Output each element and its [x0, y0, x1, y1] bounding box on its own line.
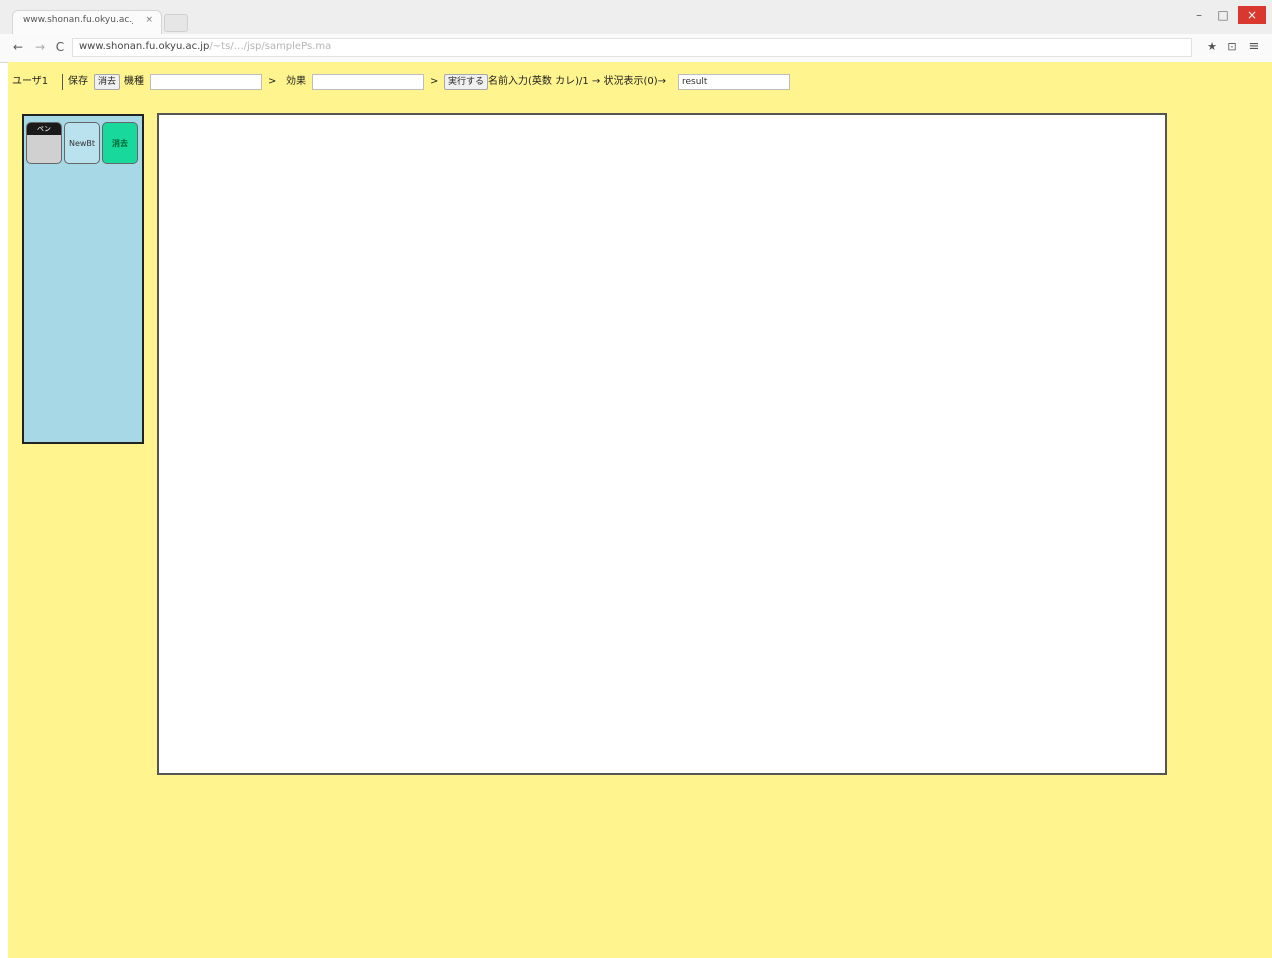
reload-icon[interactable]: C — [52, 39, 68, 55]
bookmark-star-icon[interactable]: ★ — [1204, 39, 1220, 55]
new-tool-button[interactable]: NewBt — [64, 122, 100, 164]
pen-tool-label: ペン — [27, 123, 61, 135]
back-icon[interactable]: ← — [10, 39, 26, 55]
tool-palette: ペン NewBt 消去 — [22, 114, 144, 444]
content-input[interactable] — [150, 74, 262, 90]
content-go-button[interactable]: > — [268, 72, 276, 92]
browser-tab[interactable]: www.shonan.fu.okyu.ac.jp... × — [12, 10, 162, 34]
maximize-icon[interactable]: □ — [1212, 6, 1234, 24]
run-button[interactable]: 実行する — [444, 74, 489, 90]
instruction-text: 名前入力(英数 カレ)/1 → 状況表示(0)→ — [488, 76, 666, 87]
close-icon[interactable]: × — [1238, 6, 1266, 24]
menu-icon[interactable]: ≡ — [1246, 39, 1262, 55]
tab-close-icon[interactable]: × — [145, 15, 153, 25]
minimize-icon[interactable]: – — [1188, 6, 1210, 24]
sound-input[interactable] — [312, 74, 424, 90]
page-body: ユーザ1 保存 消去 機種 > 効果 > 実行する 名前入力(英数 カレ)/1 … — [8, 62, 1272, 958]
toolbar-divider — [62, 74, 63, 90]
user-label: ユーザ1 — [12, 76, 49, 87]
tab-strip: www.shonan.fu.okyu.ac.jp... × – □ × — [0, 0, 1272, 34]
tab-title: www.shonan.fu.okyu.ac.jp... — [23, 15, 133, 25]
navigation-bar: ← → C www.shonan.fu.okyu.ac.jp/~ts/…/jsp… — [0, 34, 1272, 63]
app-toolbar: ユーザ1 保存 消去 機種 > 効果 > 実行する 名前入力(英数 カレ)/1 … — [8, 72, 1272, 92]
new-tab-button[interactable] — [164, 14, 188, 32]
content-label: 機種 — [124, 76, 144, 87]
status-field[interactable]: result — [678, 74, 790, 90]
erase-tool-label: 消去 — [112, 139, 128, 148]
sound-go-button[interactable]: > — [430, 72, 438, 92]
extension-icon[interactable]: ⊡ — [1224, 39, 1240, 55]
clear-button[interactable]: 消去 — [94, 74, 121, 90]
forward-icon[interactable]: → — [32, 39, 48, 55]
url-path: /~ts/…/jsp/samplePs.ma — [209, 41, 332, 52]
save-button[interactable]: 保存 — [68, 72, 88, 92]
sound-label: 効果 — [286, 76, 306, 87]
url-host: www.shonan.fu.okyu.ac.jp — [79, 41, 210, 52]
pen-tool-button[interactable]: ペン — [26, 122, 62, 164]
new-tool-label: NewBt — [68, 139, 96, 148]
erase-tool-button[interactable]: 消去 — [102, 122, 138, 164]
drawing-canvas[interactable] — [157, 113, 1167, 775]
address-bar[interactable]: www.shonan.fu.okyu.ac.jp/~ts/…/jsp/sampl… — [72, 38, 1192, 57]
browser-chrome: www.shonan.fu.okyu.ac.jp... × – □ × ← → … — [0, 0, 1272, 63]
